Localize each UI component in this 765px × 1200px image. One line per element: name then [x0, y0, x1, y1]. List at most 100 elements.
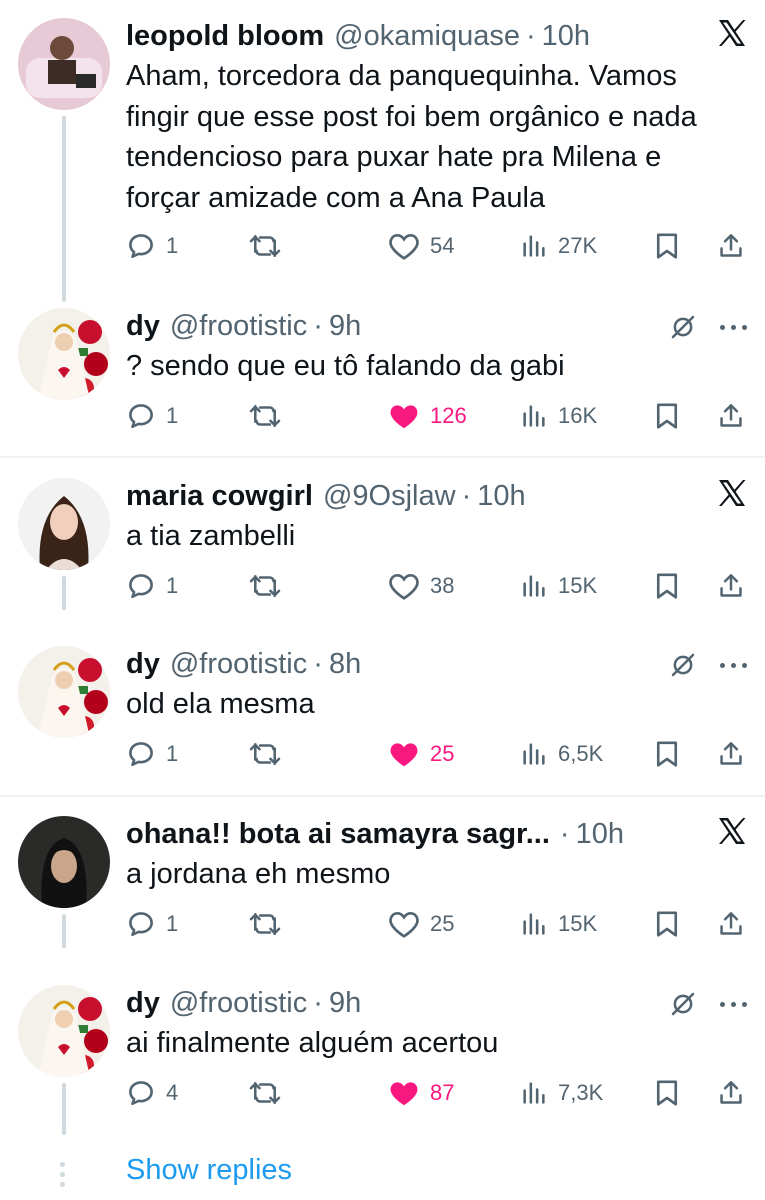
reply-button[interactable]: 1: [126, 736, 178, 772]
thread-continuation-dots: [60, 1162, 65, 1187]
reply-button[interactable]: 1: [126, 398, 178, 434]
like-button[interactable]: 25: [388, 906, 454, 942]
display-name[interactable]: maria cowgirl: [126, 480, 313, 513]
like-button[interactable]: 87: [388, 1075, 454, 1111]
bookmark-button[interactable]: [654, 1075, 680, 1111]
views-button[interactable]: 27K: [520, 228, 597, 264]
retweet-button[interactable]: [248, 736, 282, 772]
reply-count: 1: [166, 233, 179, 258]
bookmark-button[interactable]: [654, 228, 680, 264]
user-handle[interactable]: @frootistic: [170, 648, 307, 681]
avatar[interactable]: [18, 816, 110, 908]
display-name[interactable]: dy: [126, 310, 160, 343]
share-button[interactable]: [718, 906, 744, 942]
like-button[interactable]: 54: [388, 228, 454, 264]
reply-button[interactable]: 1: [126, 906, 178, 942]
share-icon: [720, 404, 742, 427]
like-button[interactable]: 126: [388, 398, 467, 434]
separator: ·: [313, 986, 323, 1019]
views-icon: [523, 235, 545, 257]
like-button[interactable]: 25: [388, 736, 454, 772]
tweet-actions: 1 25 15K: [126, 906, 746, 942]
display-name[interactable]: dy: [126, 987, 160, 1020]
views-button[interactable]: 7,3K: [520, 1075, 603, 1111]
share-icon: [720, 234, 742, 257]
retweet-button[interactable]: [248, 398, 282, 434]
reply-button[interactable]: 1: [126, 568, 178, 604]
mute-icon[interactable]: [668, 989, 698, 1019]
corner-actions: [717, 478, 747, 508]
mute-icon[interactable]: [668, 650, 698, 680]
tweet-header: ohana!! bota ai samayra sagr... · 10h: [126, 816, 645, 852]
retweet-icon: [249, 235, 281, 257]
share-button[interactable]: [718, 1075, 744, 1111]
reply-icon: [129, 234, 153, 259]
bookmark-button[interactable]: [654, 398, 680, 434]
separator: ·: [313, 309, 323, 342]
reply-button[interactable]: 4: [126, 1075, 178, 1111]
bookmark-button[interactable]: [654, 736, 680, 772]
views-button[interactable]: 15K: [520, 568, 597, 604]
retweet-button[interactable]: [248, 1075, 282, 1111]
views-icon: [523, 575, 545, 597]
more-icon[interactable]: [720, 1001, 747, 1007]
bookmark-icon: [656, 911, 678, 937]
more-icon[interactable]: [720, 324, 747, 330]
share-button[interactable]: [718, 398, 744, 434]
separator: ·: [559, 817, 570, 850]
heart-icon: [389, 233, 419, 260]
display-name[interactable]: dy: [126, 648, 160, 681]
more-icon[interactable]: [720, 662, 747, 668]
avatar[interactable]: [18, 478, 110, 570]
share-button[interactable]: [718, 736, 744, 772]
like-button[interactable]: 38: [388, 568, 454, 604]
user-handle[interactable]: @9Osjlaw: [323, 480, 456, 513]
reply-count: 4: [166, 1080, 179, 1105]
avatar[interactable]: [18, 308, 110, 400]
avatar[interactable]: [18, 985, 110, 1077]
views-button[interactable]: 15K: [520, 906, 597, 942]
display-name[interactable]: leopold bloom: [126, 20, 324, 53]
timestamp[interactable]: 10h: [477, 480, 525, 513]
tweet-header: maria cowgirl @9Osjlaw · 10h: [126, 478, 645, 514]
like-count: 38: [430, 573, 455, 598]
views-button[interactable]: 6,5K: [520, 736, 603, 772]
heart-icon: [389, 573, 419, 600]
x-logo-icon[interactable]: [717, 478, 747, 508]
bookmark-button[interactable]: [654, 568, 680, 604]
user-handle[interactable]: @frootistic: [170, 987, 307, 1020]
retweet-button[interactable]: [248, 906, 282, 942]
view-count: 27K: [558, 233, 598, 258]
share-button[interactable]: [718, 228, 744, 264]
thread-line: [62, 116, 66, 302]
timestamp[interactable]: 9h: [329, 987, 361, 1020]
separator: ·: [313, 647, 323, 680]
timestamp[interactable]: 8h: [329, 648, 361, 681]
avatar[interactable]: [18, 646, 110, 738]
user-handle[interactable]: @okamiquase: [334, 20, 520, 53]
user-handle[interactable]: @frootistic: [170, 310, 307, 343]
x-logo-icon[interactable]: [717, 816, 747, 846]
timestamp[interactable]: 10h: [542, 20, 590, 53]
timestamp[interactable]: 10h: [576, 818, 624, 851]
view-count: 15K: [558, 911, 598, 936]
show-replies-link[interactable]: Show replies: [126, 1154, 292, 1187]
bookmark-button[interactable]: [654, 906, 680, 942]
heart-icon: [389, 911, 419, 938]
retweet-button[interactable]: [248, 228, 282, 264]
reply-count: 1: [166, 403, 179, 428]
corner-actions: [668, 650, 747, 680]
view-count: 6,5K: [558, 741, 604, 766]
share-button[interactable]: [718, 568, 744, 604]
mute-icon[interactable]: [668, 312, 698, 342]
tweet-actions: 1 54 27K: [126, 228, 746, 264]
display-name[interactable]: ohana!! bota ai samayra sagr...: [126, 818, 550, 851]
retweet-button[interactable]: [248, 568, 282, 604]
bookmark-icon: [656, 1080, 678, 1106]
reply-button[interactable]: 1: [126, 228, 178, 264]
x-logo-icon[interactable]: [717, 18, 747, 48]
tweet-text: Aham, torcedora da panquequinha. Vamos f…: [126, 60, 697, 214]
timestamp[interactable]: 9h: [329, 310, 361, 343]
views-button[interactable]: 16K: [520, 398, 597, 434]
avatar[interactable]: [18, 18, 110, 110]
